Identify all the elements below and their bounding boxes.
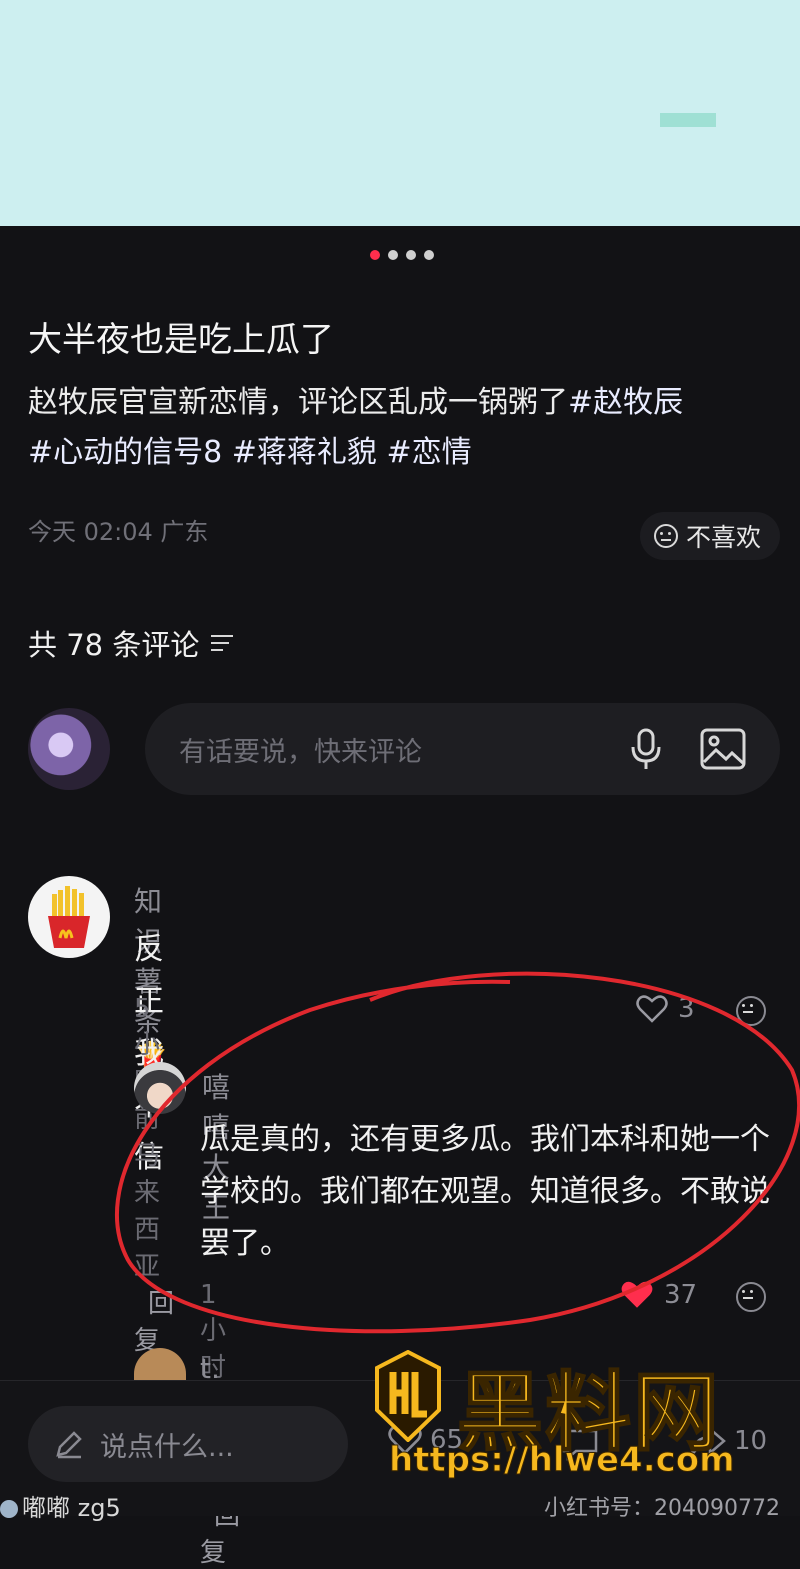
- microphone-icon[interactable]: [628, 727, 664, 771]
- heart-outline-icon: [636, 995, 668, 1023]
- carousel-dot: [388, 250, 398, 260]
- comment-input-placeholder: 有话要说，快来评论: [179, 736, 422, 768]
- carousel-dot: [406, 250, 416, 260]
- comments-header: 共 78 条评论: [28, 622, 234, 664]
- like-button[interactable]: 37: [620, 1280, 697, 1310]
- hashtag[interactable]: #恋情: [386, 435, 471, 470]
- current-user-avatar[interactable]: [28, 708, 110, 790]
- comment-input[interactable]: 有话要说，快来评论: [145, 703, 780, 795]
- reply-button[interactable]: 回复: [134, 1289, 174, 1356]
- watermark: 黑料网 https://hlwe4.com: [375, 1348, 795, 1481]
- comment-count-label: 共 78 条评论: [28, 628, 200, 662]
- footer-username: 嘟嘟 zg5: [0, 1488, 121, 1523]
- fries-icon: [48, 886, 90, 948]
- post-title: 大半夜也是吃上瓜了: [28, 320, 334, 360]
- commenter-avatar[interactable]: [28, 876, 110, 958]
- say-something-input[interactable]: 说点什么...: [28, 1406, 348, 1482]
- dislike-button[interactable]: 不喜欢: [640, 512, 780, 560]
- carousel-dot: [424, 250, 434, 260]
- hashtag[interactable]: #心动的信号8: [28, 435, 222, 470]
- carousel-indicator: [370, 250, 434, 260]
- like-count: 3: [678, 994, 695, 1024]
- carousel-dot-active: [370, 250, 380, 260]
- heart-filled-icon: [621, 1281, 653, 1308]
- post-body-text: 赵牧辰官宣新恋情，评论区乱成一锅粥了: [28, 385, 568, 420]
- hashtag[interactable]: #蒋蒋礼貌: [232, 435, 377, 470]
- say-something-placeholder: 说点什么...: [100, 1431, 234, 1463]
- comment-time-location: 5小时前 马来西亚: [134, 994, 161, 1282]
- pencil-icon: [56, 1431, 82, 1459]
- footer-username-text: 嘟嘟 zg5: [22, 1494, 121, 1522]
- dislike-icon[interactable]: [736, 996, 766, 1026]
- dislike-label: 不喜欢: [686, 523, 762, 552]
- post-meta: 今天 02:04 广东: [28, 518, 209, 546]
- post-body: 赵牧辰官宣新恋情，评论区乱成一锅粥了#赵牧辰 #心动的信号8 #蒋蒋礼貌 #恋情: [28, 378, 788, 478]
- dislike-icon[interactable]: [736, 1282, 766, 1312]
- user-avatar-icon: [0, 1500, 18, 1518]
- hashtag[interactable]: #赵牧辰: [568, 385, 683, 420]
- neutral-face-icon: [654, 524, 678, 548]
- watermark-logo-icon: [375, 1350, 441, 1442]
- like-button[interactable]: 3: [636, 994, 695, 1024]
- image-icon[interactable]: [700, 728, 746, 770]
- commenter-avatar[interactable]: [134, 1062, 186, 1114]
- like-count: 37: [664, 1280, 698, 1310]
- footer-account-id: 小红书号：204090772: [544, 1496, 780, 1521]
- comment-text: 瓜是真的，还有更多瓜。我们本科和她一个学校的。我们都在观望。知道很多。不敢说罢了…: [200, 1122, 770, 1261]
- sort-icon[interactable]: [211, 635, 234, 651]
- comment-meta: 5小时前 马来西亚回复: [134, 994, 174, 1357]
- post-image[interactable]: [0, 0, 800, 226]
- image-decor: [660, 113, 716, 127]
- watermark-url: https://hlwe4.com: [389, 1440, 736, 1481]
